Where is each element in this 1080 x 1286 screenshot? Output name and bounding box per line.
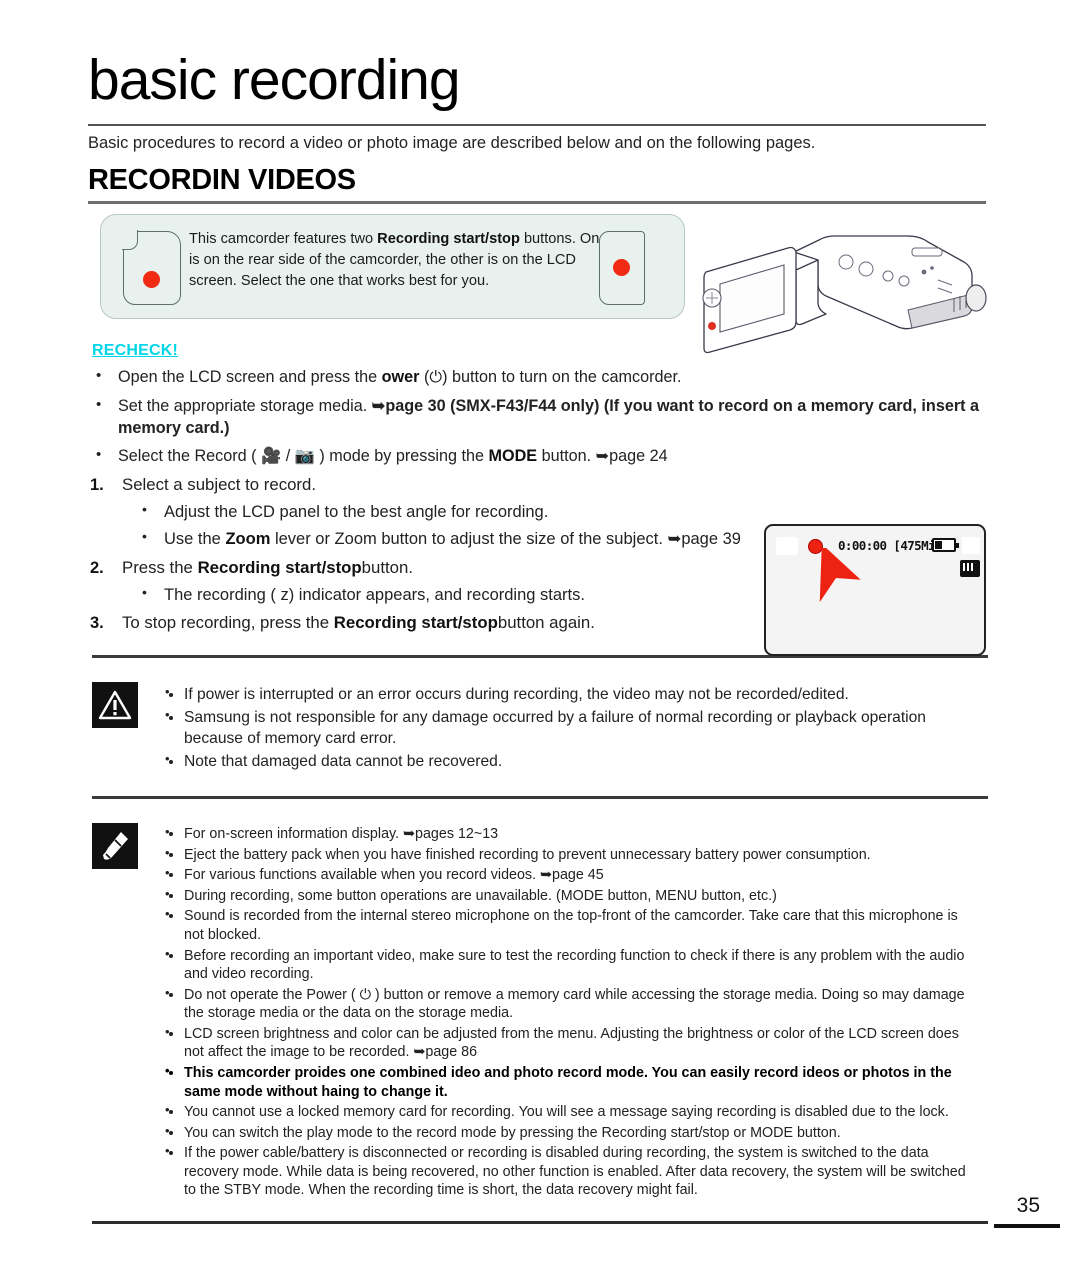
callout-text-bold: Recording start/stop: [377, 231, 520, 248]
recheck-item-bold: ower: [381, 368, 420, 387]
camcorder-illustration: [702, 235, 987, 354]
zoom-label: Zoom: [225, 530, 271, 549]
recheck-item: Set the appropriate storage media. ➥page…: [96, 395, 980, 439]
note-item: Sound is recorded from the internal ster…: [165, 906, 978, 944]
recheck-item: Open the LCD screen and press the ower (…: [96, 366, 980, 389]
mode-button-label: MODE: [488, 447, 538, 466]
note-item: If the power cable/battery is disconnect…: [165, 1143, 978, 1200]
lcd-record-button-illustration: [122, 230, 181, 306]
note-item: Eject the battery pack when you have fin…: [165, 845, 978, 865]
callout-text-part1: This camcorder features two: [189, 231, 378, 248]
step-sub-pre: Use the: [164, 530, 226, 549]
step-pre: To stop recording, press the: [122, 613, 334, 633]
notes-list: For on-screen information display. ➥page…: [154, 815, 988, 1208]
step-sublist: Adjust the LCD panel to the best angle f…: [122, 500, 744, 550]
step-sub-item: Use the Zoom lever or Zoom button to adj…: [142, 527, 744, 550]
section-divider: [88, 201, 986, 205]
manual-page: basic recording Basic procedures to reco…: [0, 52, 1080, 1286]
page-number-rule: [994, 1224, 1060, 1228]
footer-rule: [92, 1221, 988, 1224]
mode-indicator-icon: [776, 537, 798, 555]
step-sub-post: lever or Zoom button to adjust the size …: [270, 530, 741, 549]
section-title: RECORDIN VIDEOS: [88, 164, 356, 197]
warning-item: If power is interrupted or an error occu…: [165, 684, 978, 705]
recheck-item-pre: Open the LCD screen and press the: [118, 368, 382, 387]
warning-bottom-rule: [92, 796, 988, 800]
storage-indicator-icon: [962, 537, 980, 554]
recording-button-label: Recording start/stop: [197, 557, 362, 577]
callout-zone: This camcorder features two Recording st…: [0, 214, 1080, 354]
step-sub-item: Adjust the LCD panel to the best angle f…: [142, 500, 744, 523]
recheck-list: Open the LCD screen and press the ower (…: [0, 366, 1080, 468]
memory-card-icon: [960, 560, 980, 577]
callout-text: This camcorder features two Recording st…: [189, 229, 609, 291]
note-item: This camcorder proides one combined ideo…: [165, 1063, 978, 1101]
step-number: 2.: [90, 558, 104, 577]
recheck-item-post: button. ➥page 24: [537, 447, 668, 466]
warning-block: If power is interrupted or an error occu…: [92, 654, 988, 800]
step-item: 2. Press the Recording start/stopbutton.…: [90, 557, 744, 607]
page-header: basic recording: [88, 48, 988, 126]
warning-item: Note that damaged data cannot be recover…: [165, 751, 978, 772]
note-item: Before recording an important video, mak…: [165, 945, 978, 984]
step-sub-text: The recording ( z) indicator appears, an…: [164, 586, 585, 605]
step-text: Select a subject to record.: [122, 474, 317, 494]
notes-notice: For on-screen information display. ➥page…: [92, 815, 988, 1208]
info-callout: This camcorder features two Recording st…: [100, 214, 685, 320]
recording-button-label: Recording start/stop: [333, 613, 498, 633]
note-item: You cannot use a locked memory card for …: [165, 1102, 978, 1122]
page-title: basic recording: [88, 48, 461, 112]
recheck-item-pre: Set the appropriate storage media.: [118, 396, 372, 415]
intro-text: Basic procedures to record a video or ph…: [88, 134, 816, 152]
pointer-cursor-icon: [819, 548, 861, 603]
battery-icon: [932, 538, 959, 552]
step-post: button.: [361, 557, 413, 577]
step-number: 3.: [90, 614, 104, 633]
step-sub-item: The recording ( z) indicator appears, an…: [142, 583, 744, 606]
step-sublist: The recording ( z) indicator appears, an…: [122, 583, 744, 606]
step-item: 1. Select a subject to record. Adjust th…: [90, 474, 744, 551]
notes-block: For on-screen information display. ➥page…: [92, 815, 988, 1208]
warning-notice: If power is interrupted or an error occu…: [92, 674, 988, 780]
step-item: 3. To stop recording, press the Recordin…: [90, 612, 742, 635]
warning-list: If power is interrupted or an error occu…: [154, 674, 988, 780]
rear-record-button-illustration: [599, 231, 645, 306]
title-divider: [88, 124, 986, 126]
note-item: LCD screen brightness and color can be a…: [165, 1024, 978, 1062]
step-number: 1.: [90, 475, 104, 494]
note-item: You can switch the play mode to the reco…: [165, 1123, 978, 1143]
recheck-item: Select the Record ( 🎥 / 📷 ) mode by pres…: [96, 445, 980, 468]
note-item: For various functions available when you…: [165, 865, 978, 885]
step-post: button again.: [497, 613, 595, 633]
step-pre: Press the: [122, 557, 198, 577]
warning-triangle-icon: [92, 681, 138, 728]
recheck-item-pre: Select the Record ( 🎥 / 📷 ) mode by pres…: [118, 447, 489, 466]
note-item: For on-screen information display. ➥page…: [165, 824, 978, 844]
lcd-preview-illustration: 0:00:00 [475Min]: [764, 524, 986, 656]
warning-item: Samsung is not responsible for any damag…: [165, 707, 978, 749]
note-item: During recording, some button operations…: [165, 886, 978, 906]
note-item: Do not operate the Power ( ⏻ ) button or…: [165, 985, 978, 1023]
page-number: 35: [1016, 1194, 1040, 1217]
step-sub-text: Adjust the LCD panel to the best angle f…: [164, 503, 549, 522]
recheck-item-post: (⏻) button to turn on the camcorder.: [419, 368, 682, 387]
note-pen-icon: [92, 823, 138, 870]
